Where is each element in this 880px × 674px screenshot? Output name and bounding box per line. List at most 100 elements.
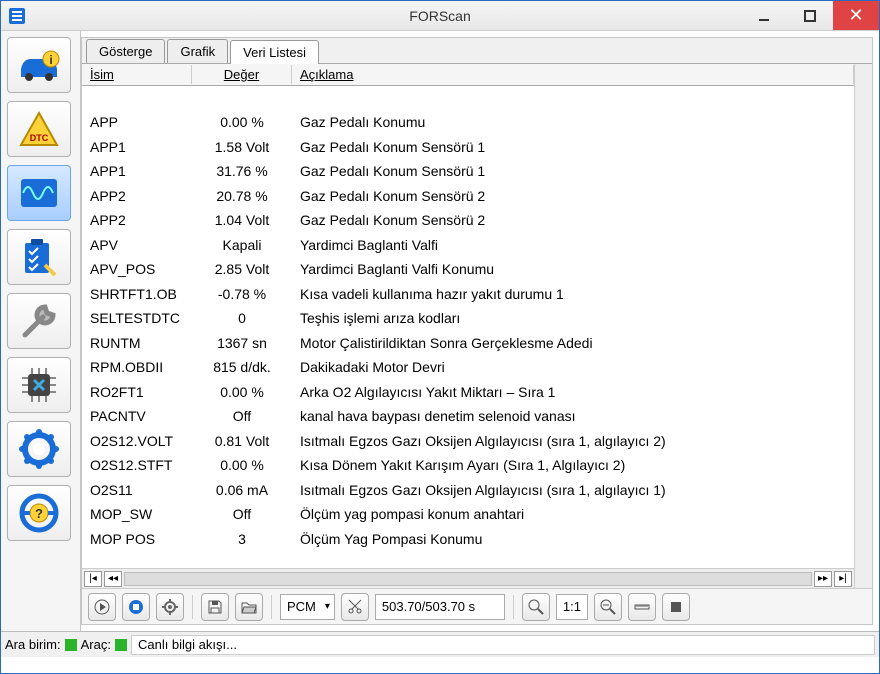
stop-icon (128, 599, 144, 615)
ruler-button[interactable] (628, 593, 656, 621)
cell-name: O2S12.STFT (82, 455, 192, 475)
table-header: İsim Değer Açıklama (82, 64, 854, 86)
cell-name: SELTESTDTC (82, 308, 192, 328)
sidebar-help-button[interactable]: ? (7, 485, 71, 541)
cell-name: O2S12.VOLT (82, 431, 192, 451)
sidebar-vehicle-button[interactable]: i (7, 37, 71, 93)
sidebar-config-button[interactable] (7, 357, 71, 413)
cell-name: APP1 (82, 161, 192, 181)
sidebar-settings-button[interactable] (7, 421, 71, 477)
minimize-button[interactable] (741, 1, 787, 30)
cell-name: RUNTM (82, 333, 192, 353)
status-message: Canlı bilgi akışı... (131, 635, 875, 655)
horizontal-scrollbar[interactable]: |◂ ◂◂ ▸▸ ▸| (82, 568, 854, 588)
scroll-next-icon[interactable]: ▸▸ (814, 571, 832, 587)
cell-desc: Gaz Pedalı Konum Sensörü 2 (292, 186, 854, 206)
gear-small-icon (162, 599, 178, 615)
tab-gauge[interactable]: Gösterge (86, 39, 165, 63)
maximize-button[interactable] (787, 1, 833, 30)
cell-value (192, 96, 292, 100)
cell-desc: Arka O2 Algılayıcısı Yakıt Miktarı – Sır… (292, 382, 854, 402)
sidebar: i DTC (1, 31, 81, 631)
table-row[interactable]: APP11.58 VoltGaz Pedalı Konum Sensörü 1 (82, 135, 854, 160)
scroll-prev-icon[interactable]: ◂◂ (104, 571, 122, 587)
cut-button[interactable] (341, 593, 369, 621)
cell-desc (292, 96, 854, 100)
tab-bar: Gösterge Grafik Veri Listesi (82, 38, 872, 64)
zoom-reset-button[interactable] (522, 593, 550, 621)
status-interface-indicator (65, 639, 77, 651)
table-row[interactable]: APP0.00 %Gaz Pedalı Konumu (82, 111, 854, 136)
close-button[interactable]: ✕ (833, 1, 879, 30)
cell-name (82, 96, 192, 100)
cell-value: 2.85 Volt (192, 259, 292, 279)
table-row[interactable]: MOP_SWOffÖlçüm yag pompasi konum anahtar… (82, 503, 854, 528)
cell-name: RPM.OBDII (82, 357, 192, 377)
scroll-track[interactable] (124, 572, 812, 586)
module-select[interactable]: PCM (280, 594, 335, 620)
cell-desc: Isıtmalı Egzos Gazı Oksijen Algılayıcısı… (292, 431, 854, 451)
marker-button[interactable] (662, 593, 690, 621)
table-row[interactable]: O2S12.STFT0.00 %Kısa Dönem Yakıt Karışım… (82, 454, 854, 479)
tab-datalist[interactable]: Veri Listesi (230, 40, 319, 64)
scroll-last-icon[interactable]: ▸| (834, 571, 852, 587)
cell-desc: Gaz Pedalı Konumu (292, 112, 854, 132)
chip-icon (18, 364, 60, 406)
sidebar-dtc-button[interactable]: DTC (7, 101, 71, 157)
settings-button[interactable] (156, 593, 184, 621)
sidebar-oscilloscope-button[interactable] (7, 165, 71, 221)
cell-value: Off (192, 406, 292, 426)
cell-name: O2S11 (82, 480, 192, 500)
table-row[interactable]: PACNTVOffkanal hava baypası denetim sele… (82, 405, 854, 430)
cell-name: SHRTFT1.OB (82, 284, 192, 304)
dtc-warning-icon: DTC (17, 109, 61, 149)
table-row[interactable]: SHRTFT1.OB-0.78 %Kısa vadeli kullanıma h… (82, 282, 854, 307)
cell-value: 0.00 % (192, 382, 292, 402)
cell-name: APV_POS (82, 259, 192, 279)
cell-name: APP1 (82, 137, 192, 157)
cell-name: APP (82, 112, 192, 132)
col-header-name[interactable]: İsim (82, 65, 192, 84)
table-row[interactable]: APVKapaliYardimci Baglanti Valfi (82, 233, 854, 258)
stop-button[interactable] (122, 593, 150, 621)
titlebar: FORScan ✕ (1, 1, 879, 31)
table-row[interactable]: MOP POS3Ölçüm Yag Pompasi Konumu (82, 527, 854, 552)
table-row[interactable]: RUNTM1367 snMotor Çalistirildiktan Sonra… (82, 331, 854, 356)
table-row[interactable]: RO2FT10.00 %Arka O2 Algılayıcısı Yakıt M… (82, 380, 854, 405)
scroll-first-icon[interactable]: |◂ (84, 571, 102, 587)
cell-desc: Kısa Dönem Yakıt Karışım Ayarı (Sıra 1, … (292, 455, 854, 475)
table-row[interactable]: APP131.76 %Gaz Pedalı Konum Sensörü 1 (82, 160, 854, 185)
vertical-scrollbar[interactable] (854, 64, 872, 588)
zoom-fit-button[interactable] (594, 593, 622, 621)
col-header-value[interactable]: Değer (192, 65, 292, 84)
col-header-desc[interactable]: Açıklama (292, 65, 854, 84)
time-display: 503.70/503.70 s (375, 594, 505, 620)
svg-text:?: ? (35, 506, 43, 521)
cell-desc: Ölçüm Yag Pompasi Konumu (292, 529, 854, 549)
cell-name: APV (82, 235, 192, 255)
clipboard-icon (17, 237, 61, 277)
table-row[interactable]: O2S110.06 mAIsıtmalı Egzos Gazı Oksijen … (82, 478, 854, 503)
square-icon (668, 599, 684, 615)
zoom-ratio: 1:1 (556, 594, 588, 620)
open-button[interactable] (235, 593, 263, 621)
cell-name: RO2FT1 (82, 382, 192, 402)
cell-desc: Motor Çalistirildiktan Sonra Gerçeklesme… (292, 333, 854, 353)
table-row[interactable]: O2S12.VOLT0.81 VoltIsıtmalı Egzos Gazı O… (82, 429, 854, 454)
table-row[interactable]: APV_POS2.85 VoltYardimci Baglanti Valfi … (82, 258, 854, 283)
table-row[interactable]: APP21.04 VoltGaz Pedalı Konum Sensörü 2 (82, 209, 854, 234)
table-row[interactable] (82, 86, 854, 111)
save-button[interactable] (201, 593, 229, 621)
tab-graph[interactable]: Grafik (167, 39, 228, 63)
sidebar-tests-button[interactable] (7, 229, 71, 285)
table-row[interactable]: SELTESTDTC0Teşhis işlemi arıza kodları (82, 307, 854, 332)
wrench-icon (19, 301, 59, 341)
cell-value: 815 d/dk. (192, 357, 292, 377)
svg-text:i: i (49, 53, 52, 67)
table-row[interactable]: RPM.OBDII815 d/dk.Dakikadaki Motor Devri (82, 356, 854, 381)
bottom-toolbar: PCM 503.70/503.70 s 1:1 (82, 588, 872, 624)
table-row[interactable]: APP220.78 %Gaz Pedalı Konum Sensörü 2 (82, 184, 854, 209)
play-button[interactable] (88, 593, 116, 621)
sidebar-service-button[interactable] (7, 293, 71, 349)
cell-value: 0.81 Volt (192, 431, 292, 451)
